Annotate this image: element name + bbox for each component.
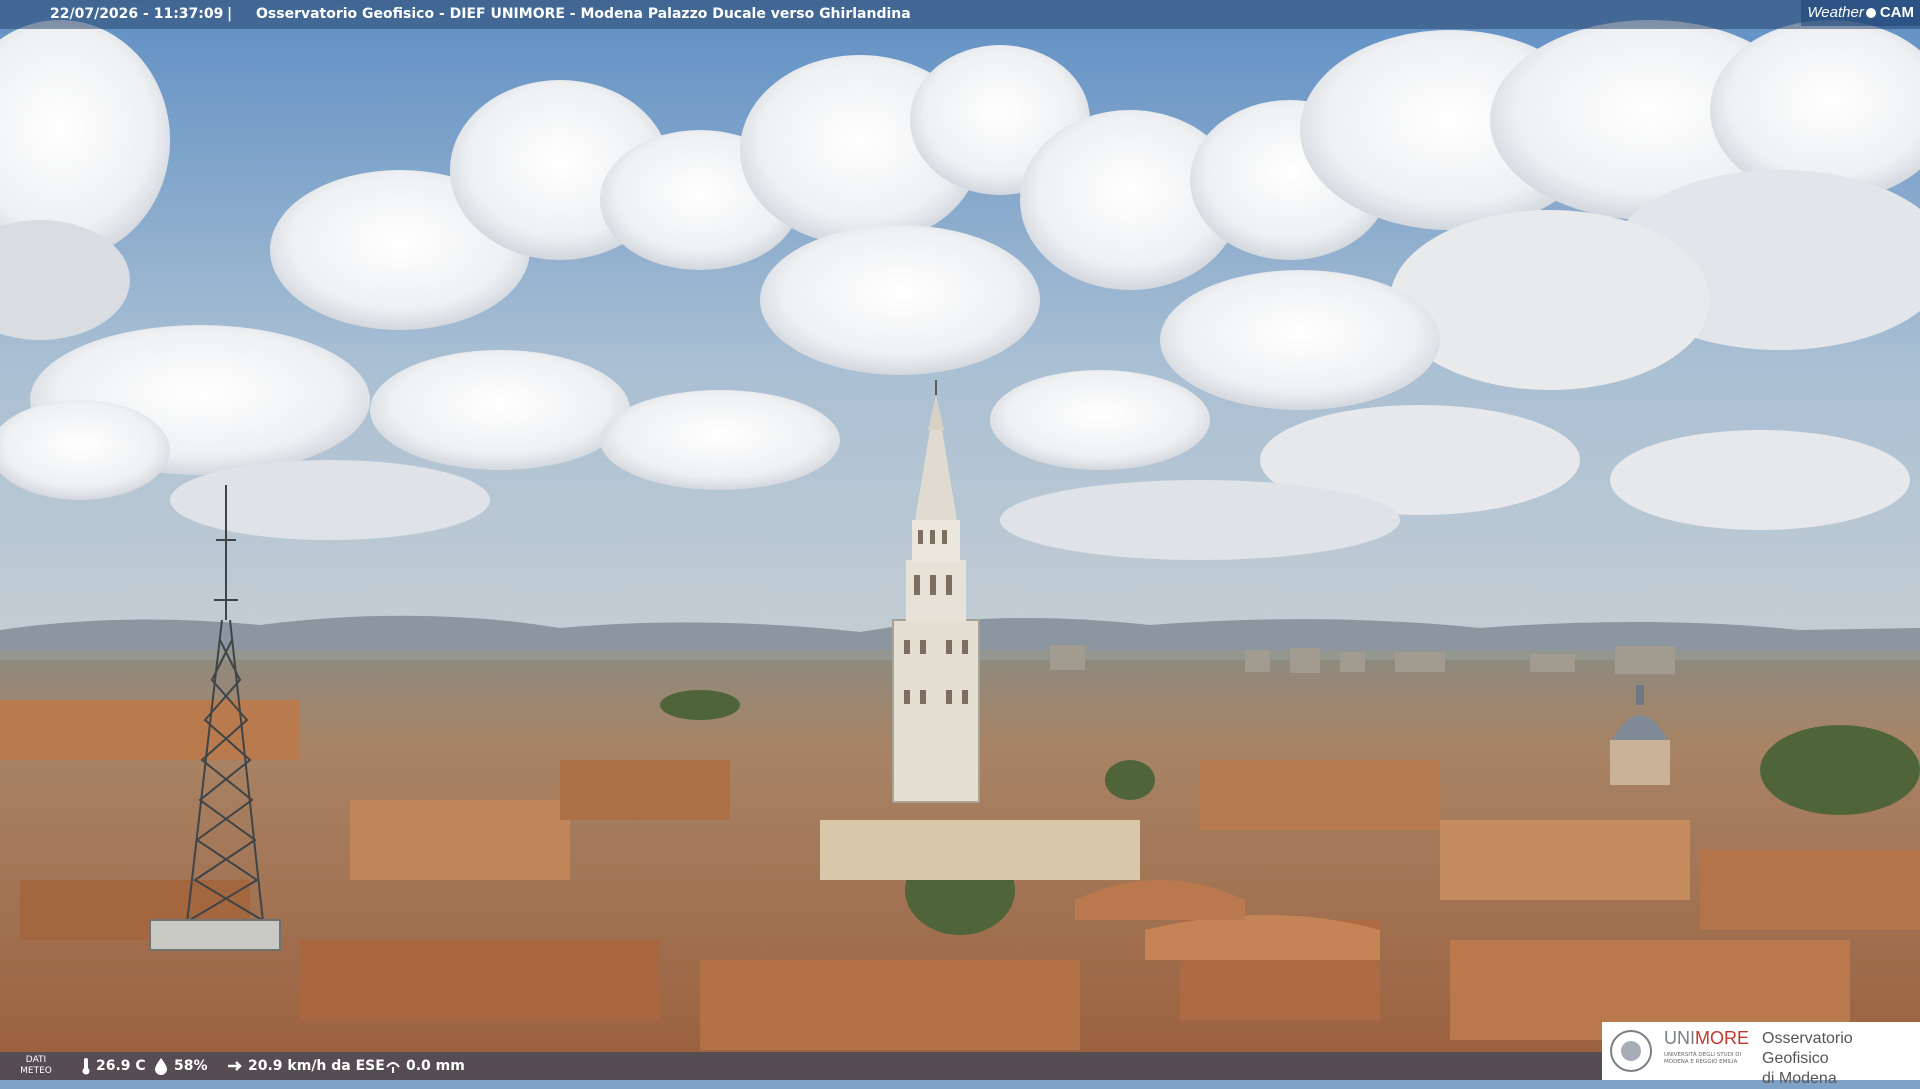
brand-cam: CAM [1879,4,1914,21]
unimore-wordmark: UNIMORE [1664,1028,1749,1049]
weather-label-line1: DATI [25,1055,47,1065]
wordmark-uni: UNI [1664,1028,1695,1048]
brand-weather: Weather [1807,4,1864,21]
webcam-image [0,0,1920,1080]
weather-label-line2: METEO [20,1066,52,1076]
wordmark-more: MORE [1695,1028,1749,1048]
temperature-reading: 26.9 C [80,1052,146,1080]
wind-icon [228,1061,242,1071]
brand-dot-icon [1865,8,1876,18]
timestamp: 22/07/2026 - 11:37:09 [50,6,224,22]
humidity-icon [155,1058,167,1075]
university-subtitle: UNIVERSITÀ DEGLI STUDI DI MODENA E REGGI… [1664,1052,1742,1065]
temperature-value: 26.9 C [96,1058,146,1074]
observatory-name: Osservatorio Geofisico di Modena [1762,1029,1920,1089]
title-bar: 22/07/2026 - 11:37:09 | Osservatorio Geo… [0,0,1920,29]
weather-data-bar: DATI METEO 26.9 C 58% 20.9 km/h da ESE 0… [0,1052,1610,1080]
weathercam-logo: Weather CAM [1801,0,1920,26]
humidity-value: 58% [174,1058,208,1074]
observatory-line1: Osservatorio Geofisico [1762,1030,1853,1067]
weather-data-label: DATI METEO [20,1055,52,1077]
unimore-logo: UNIMORE UNIVERSITÀ DEGLI STUDI DI MODENA… [1602,1022,1920,1087]
camera-title: Osservatorio Geofisico - DIEF UNIMORE - … [256,6,911,22]
humidity-reading: 58% [152,1052,208,1080]
university-seal-icon [1610,1030,1652,1072]
rain-reading: 0.0 mm [384,1052,465,1080]
wind-value: 20.9 km/h da ESE [248,1058,385,1074]
wind-reading: 20.9 km/h da ESE [226,1052,385,1080]
title-separator: | [227,6,233,22]
rain-value: 0.0 mm [406,1058,465,1074]
rain-icon [386,1062,400,1073]
thermometer-icon [82,1058,90,1075]
observatory-line2: di Modena [1762,1070,1837,1087]
